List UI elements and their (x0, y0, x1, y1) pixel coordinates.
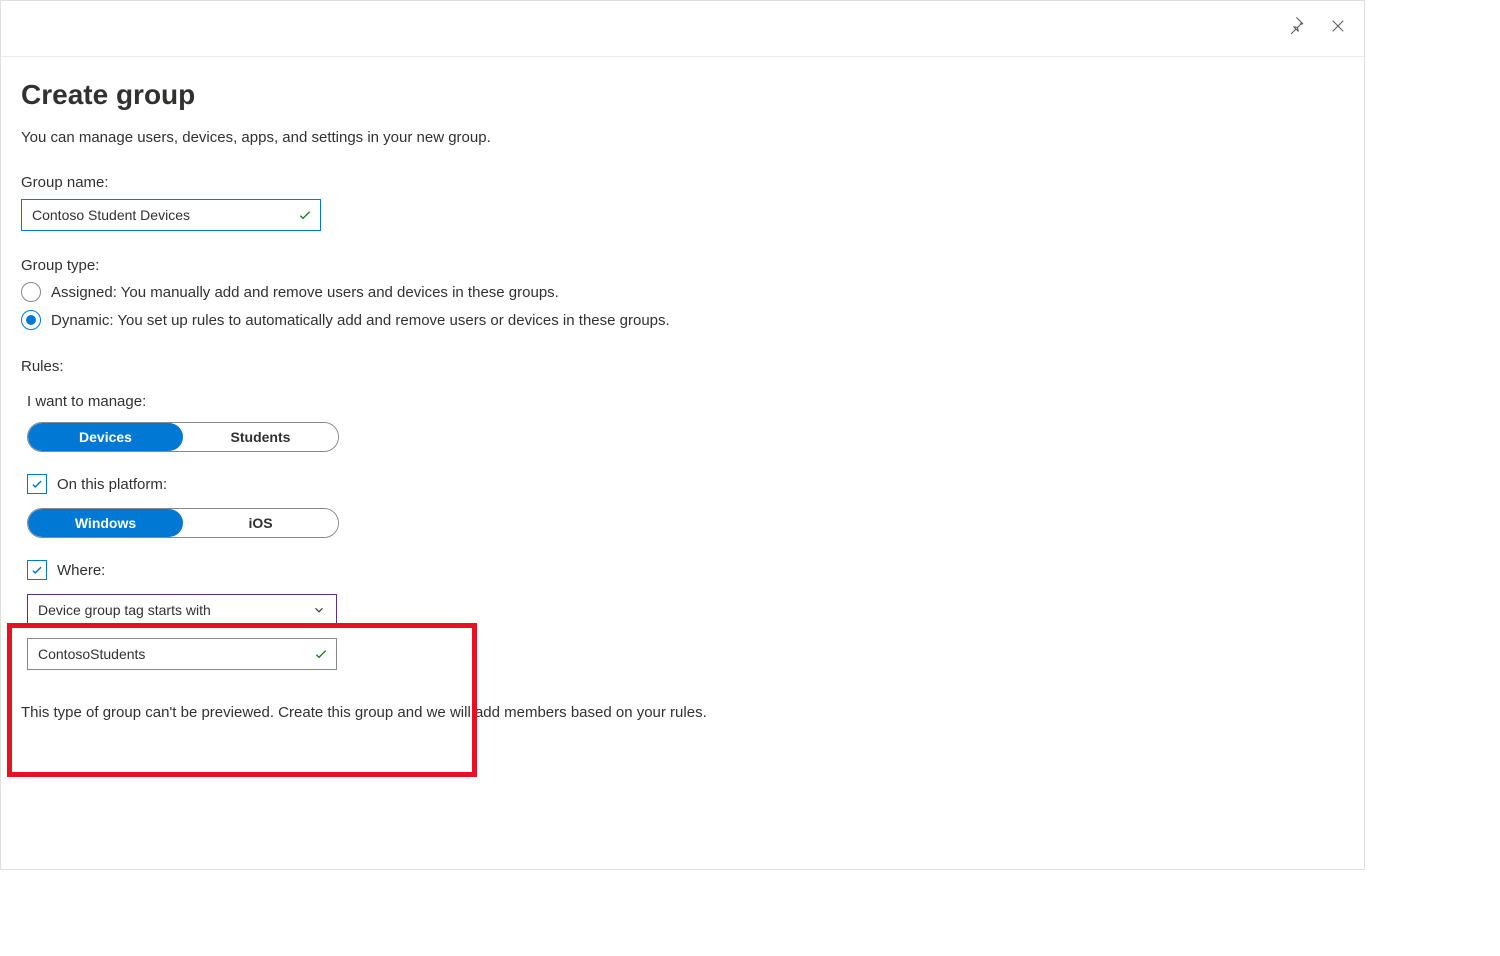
pin-icon (1287, 17, 1305, 40)
chevron-down-icon (312, 603, 326, 617)
footer-note: This type of group can't be previewed. C… (21, 704, 1344, 721)
platform-toggle: Windows iOS (27, 508, 339, 538)
group-name-label: Group name: (21, 174, 1344, 191)
where-label: Where: (57, 562, 105, 579)
group-type-label: Group type: (21, 257, 1344, 274)
pill-ios[interactable]: iOS (183, 509, 338, 537)
page-subtitle: You can manage users, devices, apps, and… (21, 129, 1344, 146)
manage-toggle: Devices Students (27, 422, 339, 452)
panel-topbar (1, 1, 1364, 57)
pill-windows[interactable]: Windows (28, 509, 183, 537)
platform-label: On this platform: (57, 476, 167, 493)
checkbox-icon (27, 560, 47, 580)
rules-label: Rules: (21, 358, 1344, 375)
where-condition-value: Device group tag starts with (38, 602, 211, 618)
panel-content: Create group You can manage users, devic… (1, 57, 1364, 721)
checkbox-icon (27, 474, 47, 494)
radio-dynamic-label: Dynamic: You set up rules to automatical… (51, 312, 670, 329)
close-icon (1329, 17, 1347, 40)
close-button[interactable] (1324, 15, 1352, 43)
where-checkbox-row[interactable]: Where: (27, 560, 1344, 580)
checkmark-icon (297, 207, 313, 223)
pin-button[interactable] (1282, 15, 1310, 43)
manage-label: I want to manage: (27, 393, 1344, 410)
pill-devices[interactable]: Devices (28, 423, 183, 451)
group-name-input[interactable] (21, 199, 321, 231)
create-group-panel: Create group You can manage users, devic… (0, 0, 1365, 870)
radio-icon (21, 282, 41, 302)
where-value-input[interactable] (27, 638, 337, 670)
platform-checkbox-row[interactable]: On this platform: (27, 474, 1344, 494)
radio-assigned[interactable]: Assigned: You manually add and remove us… (21, 282, 1344, 302)
where-value-wrap (27, 638, 337, 670)
page-title: Create group (21, 79, 1344, 111)
group-name-input-wrap (21, 199, 321, 231)
radio-assigned-label: Assigned: You manually add and remove us… (51, 284, 559, 301)
pill-students[interactable]: Students (183, 423, 338, 451)
radio-dynamic[interactable]: Dynamic: You set up rules to automatical… (21, 310, 1344, 330)
checkmark-icon (313, 646, 329, 662)
where-condition-dropdown[interactable]: Device group tag starts with (27, 594, 337, 626)
radio-icon (21, 310, 41, 330)
